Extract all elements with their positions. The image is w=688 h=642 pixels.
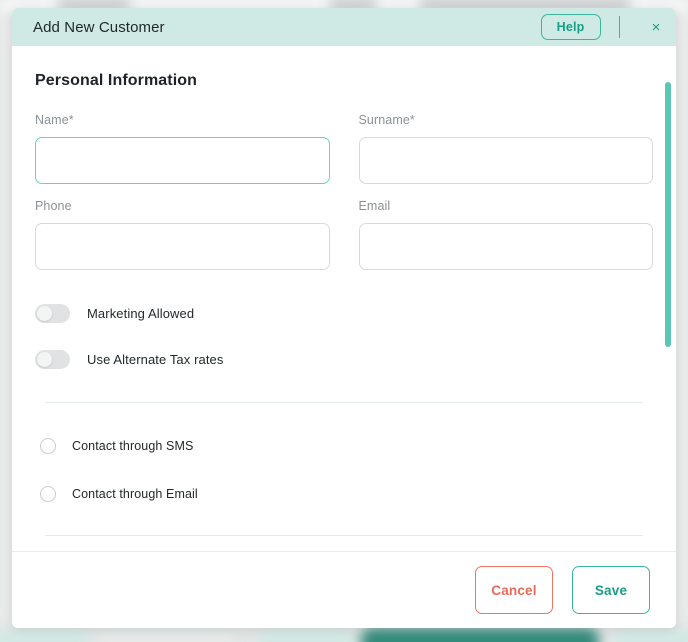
backdrop-button [256,628,356,642]
toggle-knob [37,305,52,321]
help-button[interactable]: Help [540,14,601,40]
field-row-phone-email: Phone Email [35,199,653,270]
close-icon[interactable]: × [636,8,676,46]
field-group-email: Email [358,199,653,270]
contact-through-sms-label: Contact through SMS [72,439,194,453]
backdrop-button [612,628,688,642]
backdrop-button [92,628,240,642]
marketing-allowed-label: Marketing Allowed [87,305,195,321]
field-row-name-surname: Name* Surname* [35,113,653,184]
toggle-knob [37,351,52,367]
backdrop-button [360,628,600,642]
save-button[interactable]: Save [572,566,650,614]
backdrop-button [0,628,90,642]
surname-label: Surname* [358,113,415,127]
backdrop-text-block [58,1,130,8]
field-group-phone: Phone [35,199,330,270]
contact-through-email-label: Contact through Email [72,487,198,501]
marketing-allowed-toggle[interactable] [35,303,70,323]
dialog-title: Add New Customer [33,18,165,36]
contact-through-sms-radio[interactable] [40,438,56,454]
name-input[interactable] [35,137,330,184]
use-alternate-tax-rates-label: Use Alternate Tax rates [87,351,224,367]
name-label: Name* [35,113,74,127]
section-divider [45,402,643,403]
section-divider-bottom [45,535,643,536]
field-group-surname: Surname* [358,113,653,184]
dialog-header-actions: Help × [540,8,676,46]
section-title-personal-information: Personal Information [35,72,198,89]
backdrop-text-block [330,1,376,8]
phone-input[interactable] [35,223,330,270]
toggle-row-marketing-allowed: Marketing Allowed [35,298,653,328]
header-separator [618,16,620,38]
dialog-body-content: Personal Information Name* Surname* Phon… [35,46,653,536]
dialog-header: Add New Customer Help × [12,8,676,46]
add-new-customer-dialog: Add New Customer Help × Personal Informa… [12,8,676,628]
toggle-row-alternate-tax-rates: Use Alternate Tax rates [35,344,653,374]
radio-row-contact-sms[interactable]: Contact through SMS [35,433,653,459]
radio-row-contact-email[interactable]: Contact through Email [35,481,653,507]
backdrop-text-block [420,1,630,8]
dialog-footer: Cancel Save [12,551,676,628]
use-alternate-tax-rates-toggle[interactable] [35,349,70,369]
phone-label: Phone [35,199,72,213]
email-input[interactable] [358,223,653,270]
field-group-name: Name* [35,113,330,184]
email-label: Email [358,199,391,213]
scrollbar-thumb[interactable] [665,82,671,347]
contact-through-email-radio[interactable] [40,486,56,502]
dialog-body: Personal Information Name* Surname* Phon… [12,46,676,551]
surname-input[interactable] [358,137,653,184]
cancel-button[interactable]: Cancel [475,566,553,614]
body-scrollbar[interactable] [665,46,671,551]
